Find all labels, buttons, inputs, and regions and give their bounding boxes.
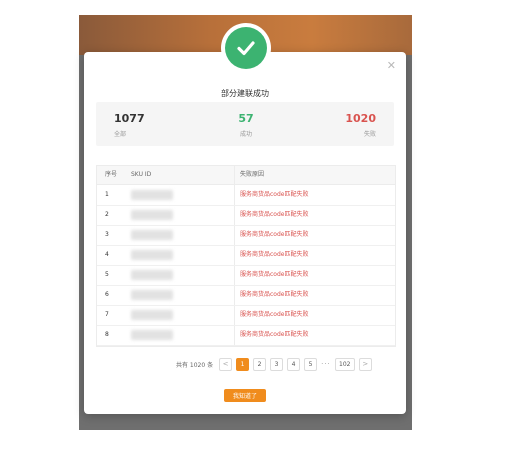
row-index: 3 <box>105 231 109 238</box>
table-row: 7 服务商货品code匹配失败 <box>97 305 395 326</box>
row-index: 5 <box>105 271 109 278</box>
chevron-right-icon: > <box>362 360 369 368</box>
row-index: 2 <box>105 211 109 218</box>
ok-button[interactable]: 我知道了 <box>224 389 266 402</box>
row-reason: 服务商货品code匹配失败 <box>240 251 309 258</box>
stat-total-value: 1077 <box>114 112 145 125</box>
table-row: 3 服务商货品code匹配失败 <box>97 225 395 246</box>
sku-id-redacted <box>131 250 173 260</box>
close-icon[interactable]: ✕ <box>387 60 396 71</box>
sku-id-redacted <box>131 190 173 200</box>
table-row: 5 服务商货品code匹配失败 <box>97 265 395 286</box>
page-next-button[interactable]: > <box>358 357 372 371</box>
table-row: 4 服务商货品code匹配失败 <box>97 245 395 266</box>
dialog-title: 部分建联成功 <box>221 89 269 98</box>
row-reason: 服务商货品code匹配失败 <box>240 191 309 198</box>
stat-fail-label: 失败 <box>363 131 376 138</box>
stat-success: 57 成功 <box>206 112 286 138</box>
page-button-4[interactable]: 4 <box>287 357 301 371</box>
stats-panel: 1077 全部 57 成功 1020 失败 <box>96 102 394 146</box>
table-row: 2 服务商货品code匹配失败 <box>97 205 395 226</box>
sku-id-redacted <box>131 270 173 280</box>
row-index: 1 <box>105 191 109 198</box>
page-button-5[interactable]: 5 <box>304 357 318 371</box>
pagination-ellipsis[interactable]: ··· <box>321 360 331 368</box>
sku-id-redacted <box>131 310 173 320</box>
row-reason: 服务商货品code匹配失败 <box>240 211 309 218</box>
stat-total-label: 全部 <box>114 131 127 138</box>
stat-total: 1077 全部 <box>114 112 194 138</box>
failure-table: 序号 SKU ID 失败原因 1 服务商货品code匹配失败 2 服务商货品co… <box>96 165 396 347</box>
sku-id-redacted <box>131 230 173 240</box>
pagination: 共有 1020 条 < 1 2 3 4 5 ··· 102 > <box>176 357 376 371</box>
row-index: 8 <box>105 331 109 338</box>
row-reason: 服务商货品code匹配失败 <box>240 291 309 298</box>
table-row: 6 服务商货品code匹配失败 <box>97 285 395 306</box>
row-index: 4 <box>105 251 109 258</box>
header-sku-id: SKU ID <box>131 171 152 178</box>
result-dialog: ✕ 部分建联成功 1077 全部 57 成功 1020 失败 序号 SKU ID… <box>84 52 406 414</box>
stat-success-value: 57 <box>238 112 254 125</box>
table-row: 1 服务商货品code匹配失败 <box>97 185 395 206</box>
row-index: 6 <box>105 291 109 298</box>
row-reason: 服务商货品code匹配失败 <box>240 331 309 338</box>
sku-id-redacted <box>131 330 173 340</box>
stat-fail: 1020 失败 <box>296 112 376 138</box>
chevron-left-icon: < <box>222 360 229 368</box>
sku-id-redacted <box>131 210 173 220</box>
sku-id-redacted <box>131 290 173 300</box>
pagination-total: 共有 1020 条 <box>176 361 214 369</box>
page-button-3[interactable]: 3 <box>270 357 284 371</box>
page-prev-button[interactable]: < <box>219 357 233 371</box>
row-reason: 服务商货品code匹配失败 <box>240 311 309 318</box>
success-badge <box>221 23 271 73</box>
table-header: 序号 SKU ID 失败原因 <box>97 166 395 185</box>
stat-fail-value: 1020 <box>345 112 376 125</box>
table-row: 8 服务商货品code匹配失败 <box>97 325 395 346</box>
header-index: 序号 <box>105 171 118 178</box>
header-reason: 失败原因 <box>240 171 265 178</box>
row-index: 7 <box>105 311 109 318</box>
checkmark-icon <box>225 27 267 69</box>
page-button-1[interactable]: 1 <box>236 357 250 371</box>
page-button-2[interactable]: 2 <box>253 357 267 371</box>
row-reason: 服务商货品code匹配失败 <box>240 231 309 238</box>
page-button-last[interactable]: 102 <box>334 357 355 371</box>
stat-success-label: 成功 <box>239 131 252 138</box>
row-reason: 服务商货品code匹配失败 <box>240 271 309 278</box>
